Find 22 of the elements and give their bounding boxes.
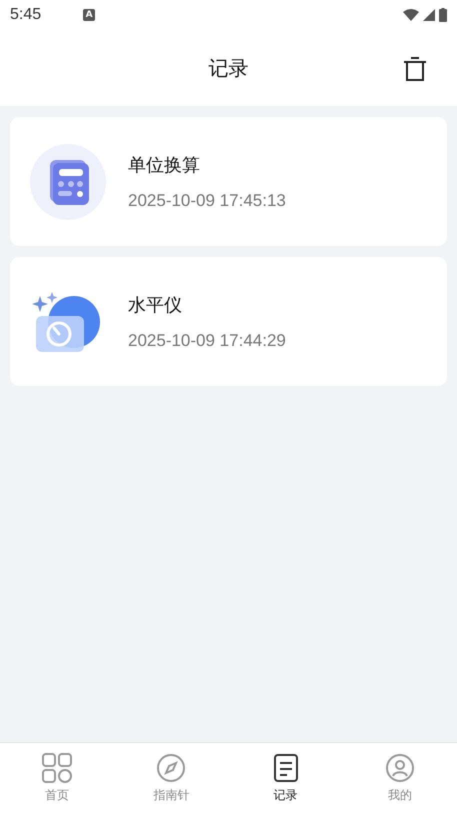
record-card[interactable]: 单位换算 2025-10-09 17:45:13	[10, 117, 447, 246]
trash-icon	[403, 56, 427, 82]
grid-icon	[42, 753, 72, 783]
battery-icon	[439, 8, 447, 22]
record-name: 水平仪	[128, 294, 183, 316]
notification-icon: A	[83, 9, 96, 21]
signal-icon	[423, 9, 435, 21]
record-name: 单位换算	[128, 154, 201, 176]
record-card[interactable]: 水平仪 2025-10-09 17:44:29	[10, 257, 447, 386]
nav-tab[interactable]: 我的	[342, 743, 457, 814]
wifi-icon	[403, 9, 419, 21]
record-time: 2025-10-09 17:45:13	[128, 190, 286, 210]
nav-tab[interactable]: 记录	[228, 743, 343, 814]
record-time: 2025-10-09 17:44:29	[128, 330, 286, 350]
compass-icon	[156, 753, 186, 783]
page-title: 记录	[208, 54, 248, 82]
calculator-icon	[30, 144, 106, 220]
nav-tab[interactable]: 首页	[0, 743, 114, 814]
nav-tab[interactable]: 指南针	[114, 743, 228, 814]
user-icon	[384, 753, 415, 783]
delete-button[interactable]	[403, 56, 427, 82]
status-time: 5:45	[10, 6, 42, 24]
